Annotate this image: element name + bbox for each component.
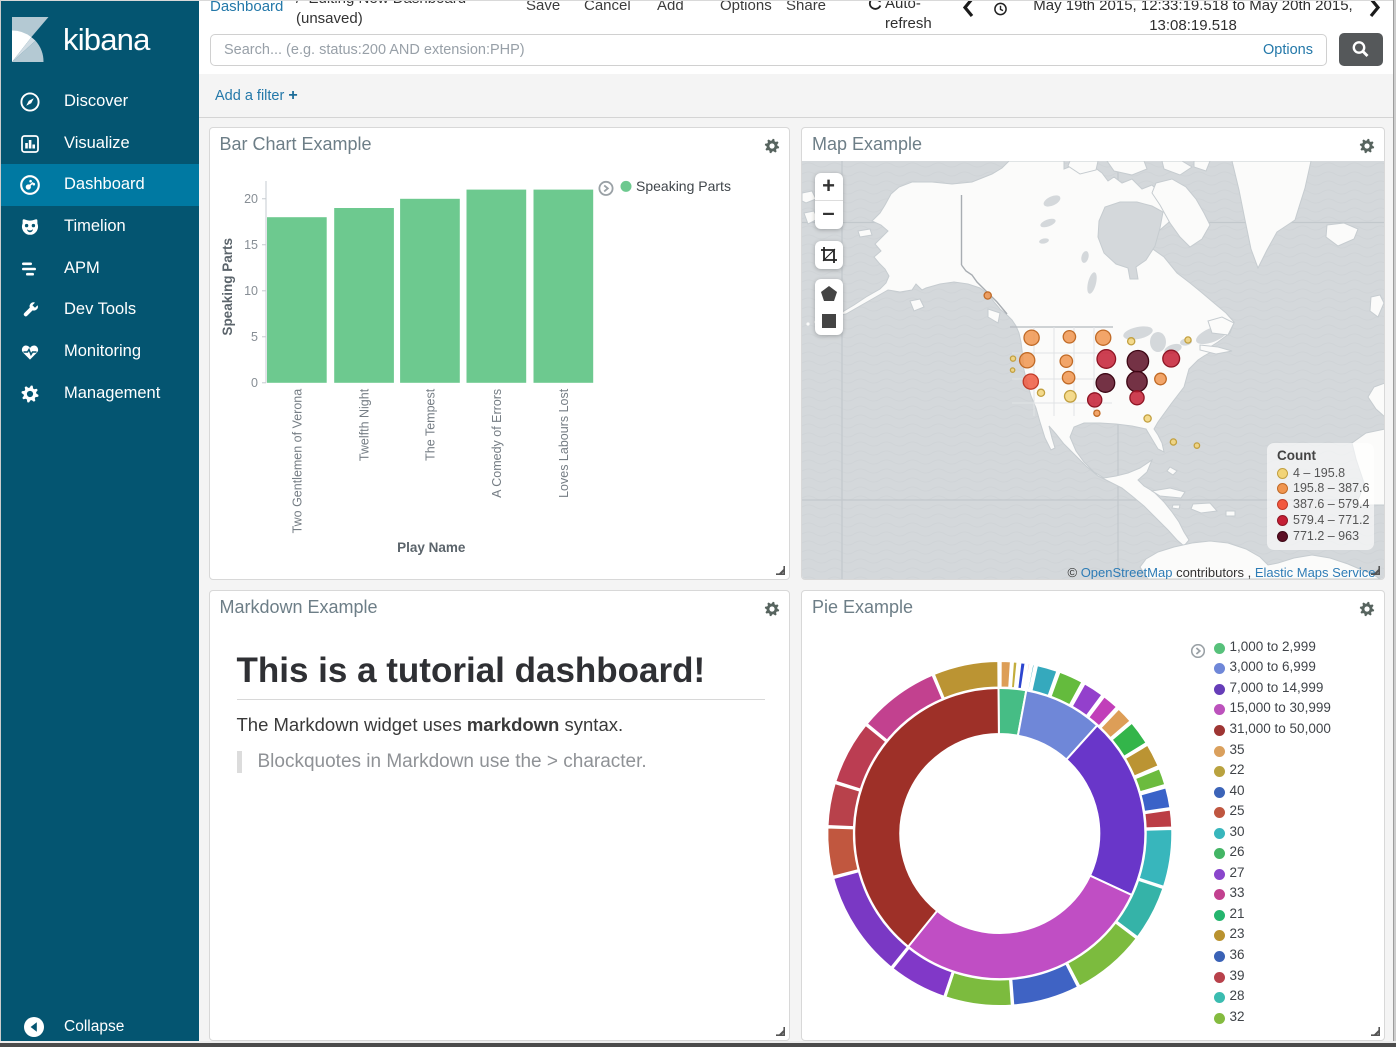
- svg-text:Twelfth Night: Twelfth Night: [357, 388, 371, 461]
- svg-text:Speaking Parts: Speaking Parts: [220, 238, 235, 336]
- svg-text:Play Name: Play Name: [397, 540, 466, 555]
- svg-text:The Tempest: The Tempest: [423, 388, 437, 461]
- svg-text:0: 0: [251, 376, 258, 390]
- svg-text:Two Gentlemen of Verona: Two Gentlemen of Verona: [290, 389, 304, 534]
- svg-text:5: 5: [251, 330, 258, 344]
- svg-text:15: 15: [244, 238, 258, 252]
- svg-text:Speaking Parts: Speaking Parts: [636, 178, 731, 194]
- svg-text:20: 20: [244, 192, 258, 206]
- svg-text:10: 10: [244, 284, 258, 298]
- svg-text:A Comedy of Errors: A Comedy of Errors: [489, 389, 503, 498]
- svg-text:Loves Labours Lost: Loves Labours Lost: [556, 388, 570, 498]
